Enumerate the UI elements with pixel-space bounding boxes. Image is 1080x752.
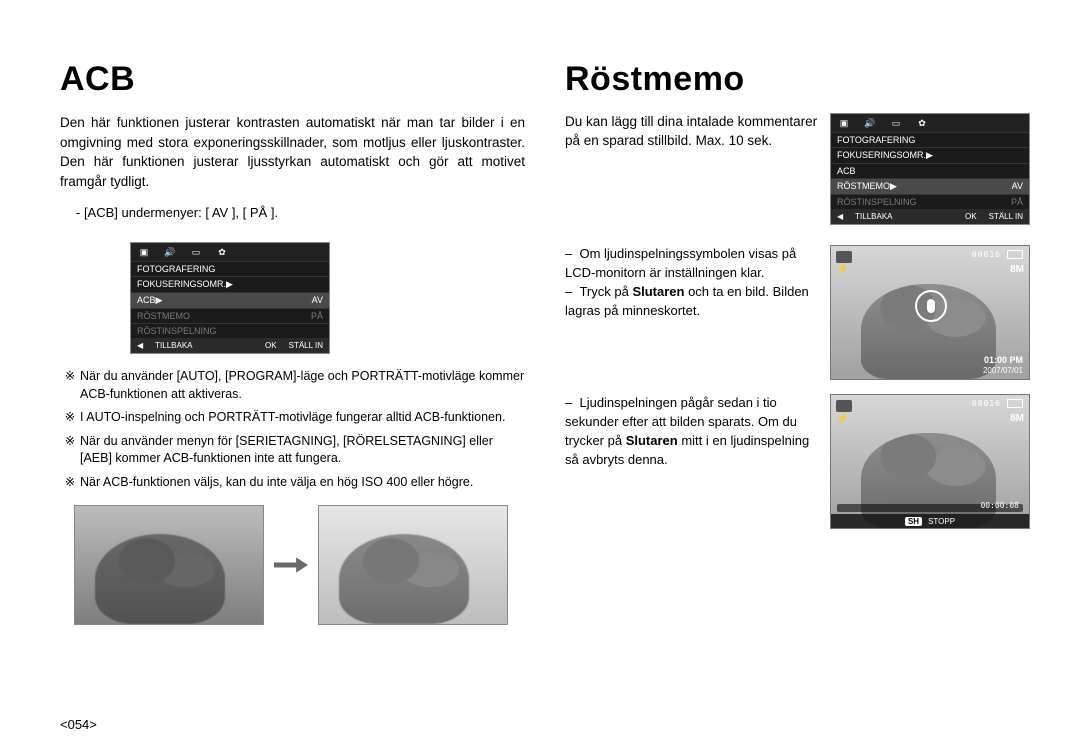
- acb-heading: ACB: [60, 60, 525, 99]
- lcd-row: RÖSTINSPELNING: [131, 323, 329, 338]
- left-column: ACB Den här funktionen justerar kontrast…: [60, 60, 545, 732]
- preview-still: 00016 8M ⚡ 01:00 PM 2007/07/01: [830, 245, 1030, 380]
- display-icon: ▭: [187, 245, 205, 259]
- lcd-row: FOKUSERINGSOMR.▶: [831, 147, 1029, 163]
- stop-label: STOPP: [928, 517, 955, 526]
- acb-comparison: [74, 505, 525, 625]
- sh-label: SH: [905, 517, 922, 526]
- lcd-footer-back: TILLBAKA: [155, 341, 192, 350]
- display-icon: ▭: [887, 116, 905, 130]
- resolution-badge: 8M: [1010, 413, 1024, 424]
- lcd-row: ACB: [831, 163, 1029, 178]
- battery-icon: [1007, 399, 1023, 408]
- note-text: När ACB-funktionen väljs, kan du inte vä…: [80, 474, 473, 492]
- lcd-footer-set: STÄLL IN: [989, 212, 1023, 221]
- acb-notes-list: ※När du använder [AUTO], [PROGRAM]-läge …: [60, 368, 525, 491]
- preview-recording: 00016 8M ⚡ 00:00:08 SH STOPP: [830, 394, 1030, 529]
- step-1: – Om ljudinspelningssymbolen visas på LC…: [565, 245, 818, 380]
- preview-date: 2007/07/01: [983, 366, 1023, 375]
- lcd-row: FOTOGRAFERING: [831, 132, 1029, 147]
- rostmemo-heading: Röstmemo: [565, 60, 1030, 99]
- preview-time: 01:00 PM: [984, 355, 1023, 365]
- lcd-row: FOTOGRAFERING: [131, 261, 329, 276]
- page-number: <054>: [60, 717, 97, 732]
- note-mark-icon: ※: [60, 474, 80, 492]
- flash-icon: ⚡: [836, 264, 848, 275]
- stop-bar: SH STOPP: [831, 514, 1029, 528]
- flash-icon: ⚡: [836, 413, 848, 424]
- lcd-footer-ok: OK: [965, 212, 977, 221]
- gear-icon: ✿: [213, 245, 231, 259]
- rostmemo-lcd: ▣ 🔊 ▭ ✿ FOTOGRAFERINGFOKUSERINGSOMR.▶ACB…: [830, 113, 1030, 225]
- note-mark-icon: ※: [60, 433, 80, 468]
- step-3: – Ljudinspelningen pågår sedan i tio sek…: [565, 394, 818, 529]
- after-thumb: [318, 505, 508, 625]
- battery-icon: [1007, 250, 1023, 259]
- frame-counter: 00016: [972, 250, 1001, 259]
- note-row: ※När ACB-funktionen väljs, kan du inte v…: [60, 474, 525, 492]
- note-row: ※När du använder [AUTO], [PROGRAM]-läge …: [60, 368, 525, 403]
- right-column: Röstmemo Du kan lägg till dina intalade …: [545, 60, 1040, 732]
- note-row: ※I AUTO-inspelning och PORTRÄTT-motivläg…: [60, 409, 525, 427]
- lcd-row: FOKUSERINGSOMR.▶: [131, 276, 329, 292]
- camera-overlay-icon: [836, 251, 852, 263]
- note-mark-icon: ※: [60, 368, 80, 403]
- rostmemo-intro: Du kan lägg till dina intalade kommentar…: [565, 113, 818, 225]
- frame-counter: 00016: [972, 399, 1001, 408]
- gear-icon: ✿: [913, 116, 931, 130]
- lcd-row: RÖSTMEMOPÅ: [131, 308, 329, 323]
- acb-submenu-label: - [ACB] undermenyer: [ AV ], [ PÅ ].: [76, 205, 278, 220]
- back-arrow-icon: ◀: [837, 212, 843, 221]
- arrow-right-icon: [274, 556, 308, 574]
- lcd-footer-set: STÄLL IN: [289, 341, 323, 350]
- sound-icon: 🔊: [861, 116, 879, 130]
- camera-icon: ▣: [835, 116, 853, 130]
- note-mark-icon: ※: [60, 409, 80, 427]
- lcd-row: ACB▶AV: [131, 292, 329, 308]
- note-text: När du använder menyn för [SERIETAGNING]…: [80, 433, 525, 468]
- lcd-footer-ok: OK: [265, 341, 277, 350]
- recording-time: 00:00:08: [980, 501, 1019, 510]
- back-arrow-icon: ◀: [137, 341, 143, 350]
- before-thumb: [74, 505, 264, 625]
- camera-icon: ▣: [135, 245, 153, 259]
- lcd-row: RÖSTMEMO▶AV: [831, 178, 1029, 194]
- note-text: När du använder [AUTO], [PROGRAM]-läge o…: [80, 368, 525, 403]
- note-text: I AUTO-inspelning och PORTRÄTT-motivläge…: [80, 409, 505, 427]
- lcd-footer-back: TILLBAKA: [855, 212, 892, 221]
- camera-overlay-icon: [836, 400, 852, 412]
- lcd-row: RÖSTINSPELNINGPÅ: [831, 194, 1029, 209]
- microphone-icon: [915, 290, 947, 322]
- acb-intro: Den här funktionen justerar kontrasten a…: [60, 113, 525, 191]
- acb-lcd: ▣ 🔊 ▭ ✿ FOTOGRAFERINGFOKUSERINGSOMR.▶ACB…: [130, 242, 525, 354]
- sound-icon: 🔊: [161, 245, 179, 259]
- note-row: ※När du använder menyn för [SERIETAGNING…: [60, 433, 525, 468]
- resolution-badge: 8M: [1010, 264, 1024, 275]
